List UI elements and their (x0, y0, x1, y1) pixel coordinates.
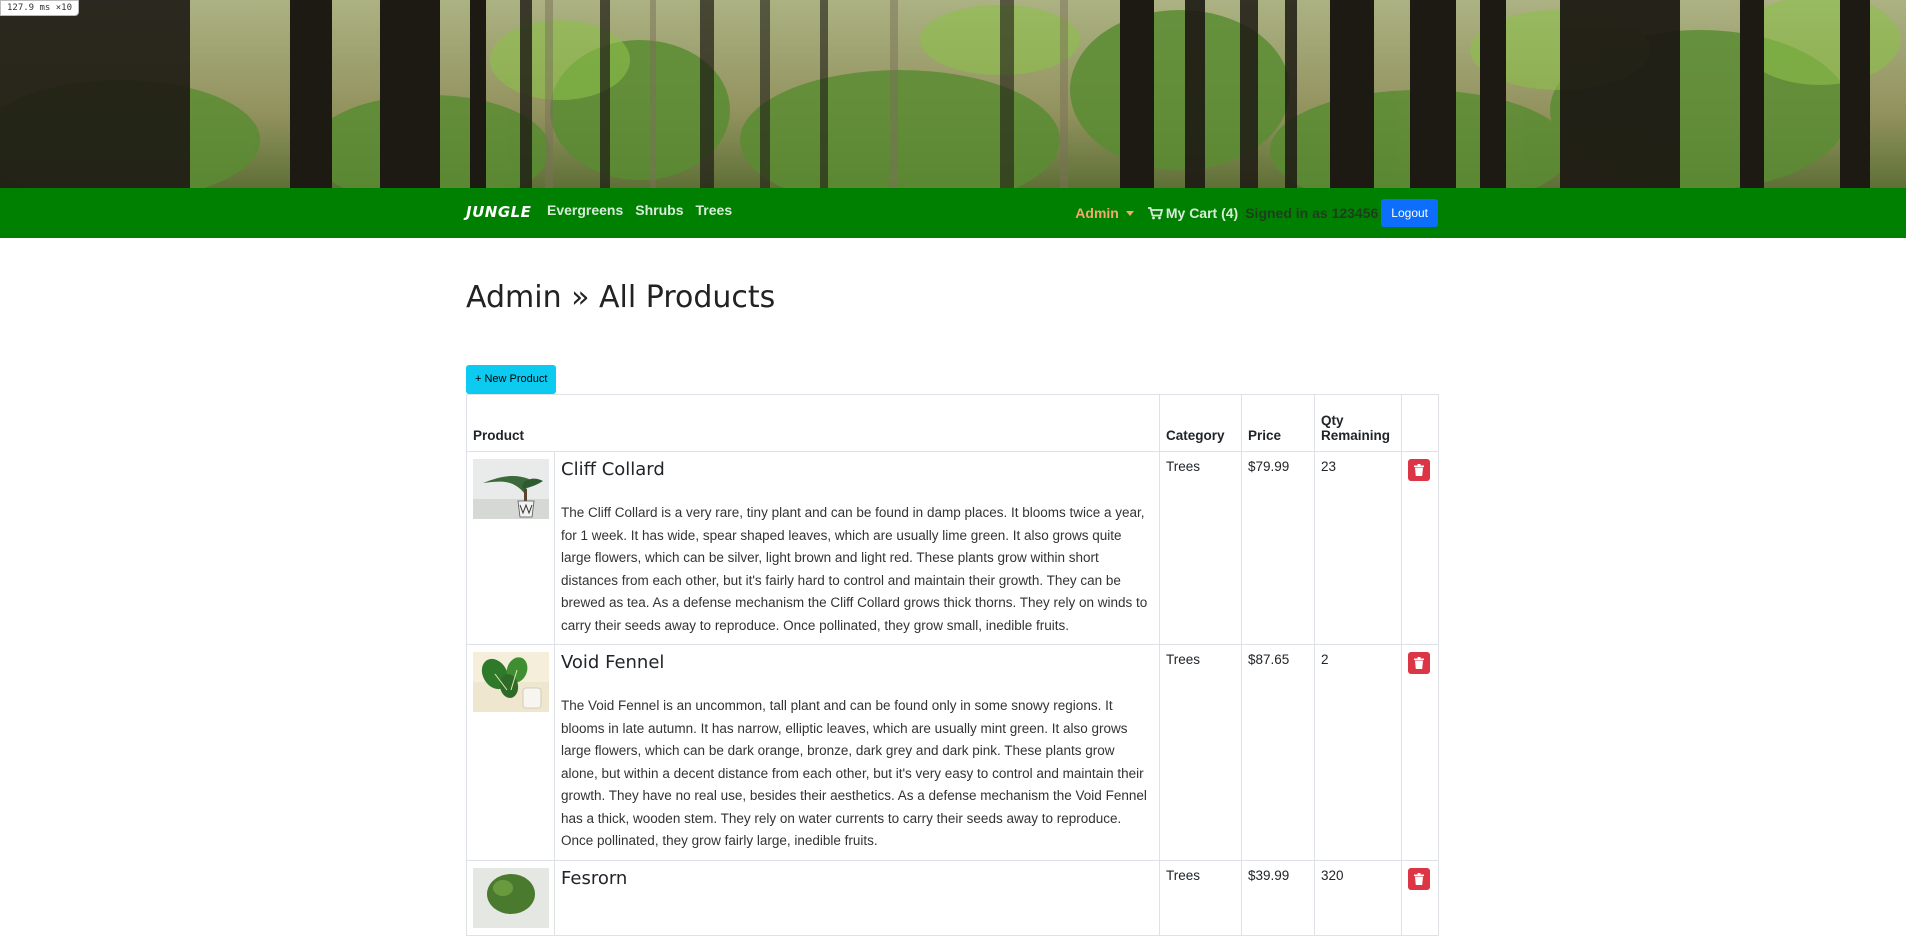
header-category: Category (1159, 394, 1243, 452)
nav-link-trees[interactable]: Trees (696, 202, 733, 218)
header-qty-remaining: Qty Remaining (1314, 394, 1403, 452)
product-name[interactable]: Fesrorn (561, 868, 1153, 889)
category-cell: Trees (1159, 644, 1243, 861)
admin-dropdown[interactable]: Admin (1075, 205, 1134, 221)
actions-cell (1401, 451, 1440, 645)
nav-link-shrubs[interactable]: Shrubs (635, 202, 683, 218)
header-actions (1401, 394, 1440, 452)
table-row: Fesrorn Trees $39.99 320 (466, 859, 1440, 936)
product-cell: Void Fennel The Void Fennel is an uncomm… (553, 644, 1161, 861)
table-row: Void Fennel The Void Fennel is an uncomm… (466, 644, 1440, 861)
forest-banner-image (0, 0, 1906, 188)
new-product-button[interactable]: + New Product (466, 365, 557, 394)
qty-cell: 320 (1314, 859, 1403, 936)
price-cell: $39.99 (1241, 859, 1316, 936)
table-row: Cliff Collard The Cliff Collard is a ver… (466, 451, 1440, 645)
actions-cell (1401, 859, 1440, 936)
signed-in-text: Signed in as 123456 (1245, 205, 1379, 221)
category-cell: Trees (1159, 859, 1243, 936)
image-cell (466, 859, 555, 936)
product-description: The Cliff Collard is a very rare, tiny p… (561, 505, 1148, 633)
header-product: Product (465, 394, 1161, 452)
admin-dropdown-label: Admin (1075, 205, 1119, 221)
qty-cell: 2 (1314, 644, 1403, 861)
qty-cell: 23 (1314, 451, 1403, 645)
product-name[interactable]: Cliff Collard (561, 459, 1153, 480)
shrub-image (473, 867, 549, 928)
brand-logo[interactable]: JUNGLE (466, 203, 531, 221)
image-cell (466, 451, 555, 645)
nav-links: Evergreens Shrubs Trees (547, 202, 732, 218)
nav-link-evergreens[interactable]: Evergreens (547, 202, 623, 218)
actions-cell (1401, 644, 1440, 861)
product-description: The Void Fennel is an uncommon, tall pla… (561, 698, 1147, 848)
product-name[interactable]: Void Fennel (561, 652, 1153, 673)
cart-icon (1147, 206, 1163, 219)
trash-icon (1414, 657, 1425, 669)
cart-link[interactable]: My Cart (4) (1147, 205, 1239, 221)
delete-button[interactable] (1408, 867, 1431, 890)
price-cell: $87.65 (1241, 644, 1316, 861)
product-cell: Fesrorn (553, 859, 1161, 936)
category-cell: Trees (1159, 451, 1243, 645)
header-price: Price (1241, 394, 1316, 452)
image-cell (466, 644, 555, 861)
trash-icon (1414, 464, 1425, 476)
bonsai-pot-image (473, 459, 549, 519)
page-title: Admin » All Products (466, 280, 776, 315)
navbar-inner: JUNGLE Evergreens Shrubs Trees Admin My … (466, 188, 1438, 238)
nav-right: Admin My Cart (4) Signed in as 123456 Lo… (1075, 198, 1438, 228)
product-cell: Cliff Collard The Cliff Collard is a ver… (553, 451, 1161, 645)
leafy-plant-image (473, 652, 549, 712)
delete-button[interactable] (1408, 459, 1431, 481)
table-header-row: Product Category Price Qty Remaining (465, 394, 1440, 452)
perf-badge: 127.9 ms ×10 (0, 0, 80, 16)
navbar: JUNGLE Evergreens Shrubs Trees Admin My … (0, 188, 1906, 238)
price-cell: $79.99 (1241, 451, 1316, 645)
delete-button[interactable] (1408, 652, 1431, 674)
products-table: Product Category Price Qty Remaining Cli… (465, 394, 1440, 936)
logout-button[interactable]: Logout (1381, 199, 1438, 227)
cart-label: My Cart (4) (1165, 205, 1239, 221)
caret-down-icon (1125, 210, 1134, 216)
trash-icon (1414, 872, 1425, 885)
